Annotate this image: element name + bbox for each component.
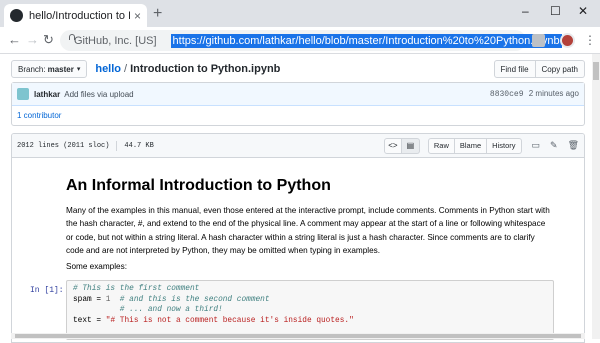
url-text[interactable]: https://github.com/lathkar/hello/blob/ma… [170, 33, 562, 48]
copy-path-button[interactable]: Copy path [535, 60, 585, 78]
extension-icon[interactable] [532, 34, 545, 47]
maximize-button[interactable]: ☐ [550, 5, 561, 17]
examples-label: Some examples: [66, 262, 127, 271]
latest-commit-row: lathkar Add files via upload 8830ce9 2 m… [12, 83, 584, 106]
breadcrumb-file-name: Introduction to Python.ipynb [130, 63, 281, 75]
trash-icon[interactable]: 🗑 [568, 140, 579, 151]
edit-pencil-icon[interactable]: ✎ [550, 140, 558, 151]
file-actions-group: Find file Copy path [493, 60, 585, 78]
breadcrumb: hello / Introduction to Python.ipynb [95, 63, 280, 75]
caret-down-icon: ▾ [76, 66, 81, 73]
file-info-divider [116, 140, 118, 151]
minimize-button[interactable]: – [522, 5, 529, 17]
notebook-paragraph: Many of the examples in this manual, eve… [66, 206, 550, 256]
horizontal-scrollbar[interactable] [11, 333, 585, 339]
reload-button[interactable]: ↻ [43, 33, 54, 47]
browser-menu-icon[interactable]: ⋮ [584, 33, 596, 47]
commit-time: 2 minutes ago [528, 89, 579, 98]
commit-author-link[interactable]: lathkar [34, 90, 60, 99]
branch-select-button[interactable]: Branch: master ▾ [11, 60, 88, 78]
code-cell: # This is the first comment spam = 1 # a… [66, 280, 554, 340]
new-tab-button[interactable]: + [153, 6, 162, 22]
file-viewer: 2012 lines (2011 sloc) 44.7 KB <> ▤ Raw … [11, 133, 585, 343]
code-text: text = [73, 316, 106, 325]
breadcrumb-separator: / [124, 63, 128, 75]
file-size: 44.7 KB [124, 141, 154, 150]
author-avatar[interactable] [17, 88, 29, 100]
address-bar[interactable]: GitHub, Inc. [US] https://github.com/lat… [60, 30, 572, 51]
blame-button[interactable]: Blame [454, 137, 488, 154]
back-button[interactable]: ← [8, 33, 21, 47]
contributors-row: 1 contributor [12, 106, 584, 125]
file-header: 2012 lines (2011 sloc) 44.7 KB <> ▤ Raw … [12, 134, 584, 158]
code-text: spam = [73, 295, 106, 304]
profile-avatar[interactable] [560, 33, 575, 48]
site-identity: GitHub, Inc. [US] [74, 34, 157, 47]
history-button[interactable]: History [487, 137, 522, 154]
display-rich-icon[interactable]: ▤ [401, 137, 420, 154]
code-comment: # and this is the second comment [110, 295, 270, 304]
branch-name: master [47, 64, 74, 74]
code-string: "# This is not a comment because it's in… [105, 316, 354, 325]
forward-button[interactable]: → [26, 33, 39, 47]
tab-close-icon[interactable]: × [134, 9, 141, 23]
tab-title: hello/Introduction to Python.ipynb [29, 9, 130, 22]
horizontal-scroll-thumb[interactable] [15, 334, 581, 338]
vertical-scroll-thumb[interactable] [593, 62, 599, 80]
contributors-link[interactable]: 1 contributor [17, 111, 61, 120]
browser-toolbar: ← → ↻ GitHub, Inc. [US] https://github.c… [0, 27, 600, 54]
vertical-scrollbar[interactable] [592, 54, 600, 339]
commit-message-link[interactable]: Add files via upload [64, 90, 133, 99]
raw-button[interactable]: Raw [427, 137, 455, 154]
code-comment: # This is the first comment [73, 285, 200, 293]
github-page: Branch: master ▾ hello / Introduction to P… [0, 54, 592, 343]
code-comment: # ... and now a third! [119, 306, 223, 315]
commit-sha-link[interactable]: 8830ce9 [490, 90, 524, 99]
commit-tease: lathkar Add files via upload 8830ce9 2 m… [11, 82, 585, 126]
commit-meta: 8830ce9 2 minutes ago [490, 89, 579, 99]
file-line-count: 2012 lines (2011 sloc) [17, 141, 110, 150]
close-window-button[interactable]: ✕ [578, 5, 588, 17]
display-source-icon[interactable]: <> [383, 137, 402, 154]
find-file-button[interactable]: Find file [493, 60, 536, 78]
notebook-heading: An Informal Introduction to Python [66, 177, 331, 194]
desktop-icon[interactable]: ▭ [532, 140, 541, 151]
browser-tabstrip: hello/Introduction to Python.ipynb × + –… [0, 0, 600, 27]
github-favicon-icon [10, 9, 23, 22]
breadcrumb-repo-link[interactable]: hello [95, 63, 121, 75]
branch-label: Branch: [18, 64, 46, 74]
input-prompt: In [1]: [30, 286, 64, 295]
file-header-actions: <> ▤ Raw Blame History ▭ ✎ 🗑 [383, 137, 579, 154]
file-navigation: Branch: master ▾ hello / Introduction to P… [11, 58, 585, 80]
browser-tab[interactable]: hello/Introduction to Python.ipynb × [4, 4, 147, 27]
